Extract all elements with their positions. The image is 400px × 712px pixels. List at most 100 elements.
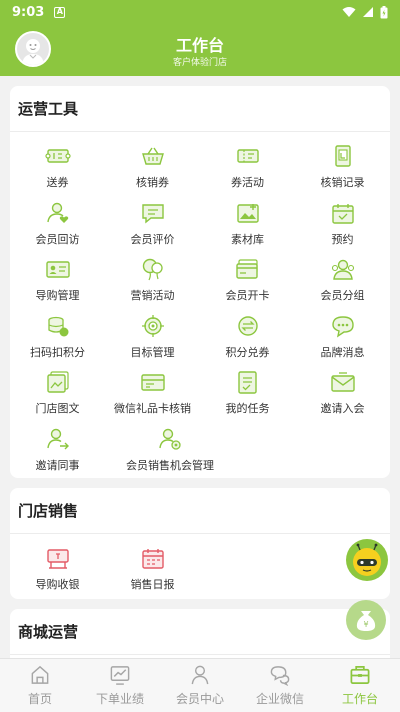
tool-item[interactable]: 邀请入会: [295, 366, 390, 423]
balloon-icon: [140, 257, 166, 281]
member-heart-icon: [45, 201, 71, 225]
user-icon: [189, 664, 211, 686]
record-icon: [330, 144, 356, 168]
store-sales-grid: 导购收银 销售日报: [10, 534, 390, 607]
tool-item[interactable]: 送券: [10, 140, 105, 197]
tool-item-label: 会员回访: [35, 232, 80, 246]
store-name: 客户体验门店: [172, 58, 227, 68]
cashier-icon: [45, 546, 71, 570]
tool-item-label: 会员开卡: [225, 289, 270, 302]
tool-item-label: 营销活动: [130, 289, 175, 302]
tool-item[interactable]: 券活动: [200, 140, 295, 197]
page-title: 工作台: [175, 36, 224, 55]
operation-tools-card: 运营工具 送券 核销券 券活动 核销记录 会员回访 会员评价 素材库 预约 导购管理 营销活动 会员…: [10, 86, 390, 478]
tool-item[interactable]: 目标管理: [105, 310, 200, 367]
section-title: 门店销售: [10, 488, 390, 534]
bottom-tab-bar: 首页 下单业绩 会员中心 企业微信 工作台: [0, 658, 400, 712]
tool-item[interactable]: 营销活动: [105, 253, 200, 310]
tool-item-label: 导购收银: [35, 578, 80, 591]
status-bar: 9:03 A: [0, 0, 400, 24]
envelope-icon: [330, 370, 356, 394]
comment-icon: [140, 201, 166, 225]
app-header: 工作台 客户体验门店: [0, 24, 400, 76]
tool-item-label: 预约: [331, 232, 354, 246]
battery-icon: [380, 5, 388, 18]
tool-item[interactable]: 导购收银: [10, 542, 105, 599]
member-gear-icon: [157, 427, 183, 451]
mascot-icon: [353, 543, 381, 576]
tool-item-label: 会员销售机会管理: [126, 458, 214, 472]
tool-item-label: 目标管理: [130, 345, 175, 359]
briefcase-icon: [349, 664, 371, 686]
tool-item-label: 导购管理: [35, 289, 80, 302]
tab-label: 会员中心: [175, 692, 224, 706]
tool-item-label: 核销券: [136, 176, 169, 189]
gallery-icon: [45, 370, 71, 394]
tool-item-label: 邀请同事: [35, 458, 80, 472]
section-title: 商城运营: [10, 609, 390, 655]
calendar-icon: [330, 201, 356, 225]
tool-item-label: 销售日报: [130, 578, 175, 591]
tab-wechat[interactable]: 企业微信: [240, 659, 320, 712]
tab-label: 首页: [27, 692, 52, 706]
tool-item-label: 邀请入会: [320, 402, 365, 415]
tab-user[interactable]: 会员中心: [160, 659, 240, 712]
task-icon: [235, 370, 261, 394]
tool-item[interactable]: 会员评价: [105, 197, 200, 254]
image-library-icon: [235, 201, 261, 225]
signal-icon: [363, 7, 373, 17]
target-icon: [140, 314, 166, 338]
tool-item[interactable]: 销售日报: [105, 542, 200, 599]
tool-item-label: 门店图文: [35, 402, 80, 415]
tool-item[interactable]: 会员分组: [295, 253, 390, 310]
tool-item[interactable]: 素材库: [200, 197, 295, 254]
exchange-icon: [235, 314, 261, 338]
tool-item-label: 送券: [46, 176, 69, 189]
tab-home[interactable]: 首页: [0, 659, 80, 712]
tool-item[interactable]: 扫码扣积分: [10, 310, 105, 367]
id-card-icon: [45, 257, 71, 281]
operation-tools-grid: 送券 核销券 券活动 核销记录会员回访 会员评价 素材库 预约导购管理 营销活动 会员开卡 会员分…: [10, 132, 390, 487]
card-icon: [235, 257, 261, 281]
chart-icon: [109, 664, 131, 686]
tool-item-label: 品牌消息: [320, 345, 365, 359]
tool-item-label: 扫码扣积分: [30, 345, 85, 359]
coins-icon: [45, 314, 71, 338]
tool-item[interactable]: 我的任务: [200, 366, 295, 423]
daily-report-icon: [140, 546, 166, 570]
tool-item[interactable]: 导购管理: [10, 253, 105, 310]
tab-chart[interactable]: 下单业绩: [80, 659, 160, 712]
status-time: 9:03: [12, 4, 45, 20]
tool-item-label: 会员分组: [320, 289, 365, 302]
wechat-icon: [269, 664, 291, 686]
tool-item[interactable]: 邀请同事: [10, 423, 105, 480]
tab-briefcase[interactable]: 工作台: [320, 659, 400, 712]
home-icon: [29, 664, 51, 686]
tab-label: 工作台: [341, 692, 378, 706]
tool-item-label: 积分兑券: [225, 345, 270, 359]
tool-item[interactable]: 会员回访: [10, 197, 105, 254]
tool-item[interactable]: 预约: [295, 197, 390, 254]
wifi-icon: [342, 7, 356, 17]
section-title: 运营工具: [10, 86, 390, 132]
tool-item[interactable]: 微信礼品卡核销: [105, 366, 200, 423]
tool-item[interactable]: 会员销售机会管理: [105, 423, 235, 480]
money-bag-button[interactable]: ¥: [346, 600, 386, 640]
tool-item-label: 微信礼品卡核销: [114, 402, 191, 415]
tool-item[interactable]: 门店图文: [10, 366, 105, 423]
notification-a-icon: A: [54, 6, 66, 18]
ticket-icon: [44, 144, 71, 168]
tool-item[interactable]: 核销记录: [295, 140, 390, 197]
tool-item[interactable]: 会员开卡: [200, 253, 295, 310]
mascot-button[interactable]: [346, 539, 388, 581]
tool-item-label: 会员评价: [130, 232, 175, 246]
ticket-activity-icon: [235, 144, 261, 168]
tool-item[interactable]: 积分兑券: [200, 310, 295, 367]
gift-card-icon: [140, 370, 166, 394]
tool-item[interactable]: 品牌消息: [295, 310, 390, 367]
tool-item-label: 我的任务: [225, 402, 270, 415]
group-icon: [330, 257, 356, 281]
tool-item[interactable]: 核销券: [105, 140, 200, 197]
tab-label: 企业微信: [255, 692, 304, 706]
tool-item-label: 券活动: [231, 176, 264, 189]
